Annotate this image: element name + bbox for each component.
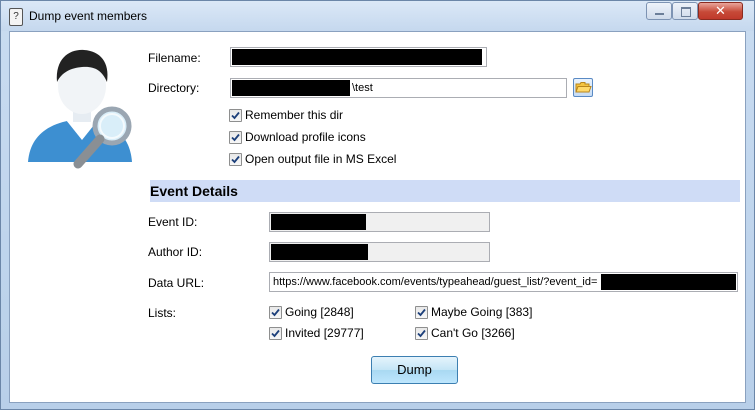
dialog-content: Filename: Directory: \test Remember this… xyxy=(9,31,746,403)
checkmark-icon xyxy=(417,308,426,317)
redacted-directory xyxy=(232,80,350,96)
data-url-value: https://www.facebook.com/events/typeahea… xyxy=(273,276,598,288)
window-title: Dump event members xyxy=(29,9,148,23)
redacted-event-id-param xyxy=(601,274,736,290)
redacted-filename xyxy=(232,49,482,65)
directory-label: Directory: xyxy=(148,81,200,95)
dump-button[interactable]: Dump xyxy=(371,356,458,384)
checkmark-icon xyxy=(231,155,240,164)
dialog-window: ? Dump event members ✕ Filename: Directo… xyxy=(0,0,755,410)
author-id-field[interactable] xyxy=(269,242,490,262)
going-checkbox[interactable] xyxy=(269,306,282,319)
cant-go-checkbox[interactable] xyxy=(415,327,428,340)
maybe-going-label: Maybe Going [383] xyxy=(431,305,533,319)
app-icon: ? xyxy=(9,8,23,26)
maximize-button[interactable] xyxy=(672,2,698,20)
close-button[interactable]: ✕ xyxy=(698,2,743,20)
section-title: Event Details xyxy=(150,183,238,199)
filename-input[interactable] xyxy=(230,47,487,67)
cant-go-label: Can't Go [3266] xyxy=(431,326,515,340)
maximize-icon xyxy=(681,7,691,17)
browse-folder-button[interactable] xyxy=(573,78,593,97)
minimize-button[interactable] xyxy=(646,2,672,20)
event-id-field[interactable] xyxy=(269,212,490,232)
directory-input[interactable]: \test xyxy=(230,78,567,98)
user-search-icon xyxy=(28,49,132,169)
checkmark-icon xyxy=(231,133,240,142)
event-details-header: Event Details xyxy=(150,180,740,202)
directory-value: \test xyxy=(352,82,373,94)
redacted-author-id xyxy=(271,244,368,260)
checkmark-icon xyxy=(271,329,280,338)
remember-dir-label: Remember this dir xyxy=(245,108,344,122)
checkmark-icon xyxy=(271,308,280,317)
event-id-label: Event ID: xyxy=(148,215,198,229)
lists-label: Lists: xyxy=(148,306,177,320)
going-label: Going [2848] xyxy=(285,305,354,319)
remember-dir-checkbox[interactable] xyxy=(229,109,242,122)
invited-label: Invited [29777] xyxy=(285,326,364,340)
open-in-excel-label: Open output file in MS Excel xyxy=(245,152,397,166)
title-bar[interactable]: ? Dump event members ✕ xyxy=(1,1,754,31)
folder-icon xyxy=(575,82,592,93)
invited-checkbox[interactable] xyxy=(269,327,282,340)
maybe-going-checkbox[interactable] xyxy=(415,306,428,319)
checkmark-icon xyxy=(231,111,240,120)
data-url-label: Data URL: xyxy=(148,276,205,290)
author-id-label: Author ID: xyxy=(148,245,203,259)
download-icons-checkbox[interactable] xyxy=(229,131,242,144)
filename-label: Filename: xyxy=(148,51,201,65)
minimize-icon xyxy=(655,13,664,15)
data-url-input[interactable]: https://www.facebook.com/events/typeahea… xyxy=(269,272,738,292)
checkmark-icon xyxy=(417,329,426,338)
close-icon: ✕ xyxy=(715,3,726,18)
download-icons-label: Download profile icons xyxy=(245,130,366,144)
open-in-excel-checkbox[interactable] xyxy=(229,153,242,166)
redacted-event-id xyxy=(271,214,366,230)
